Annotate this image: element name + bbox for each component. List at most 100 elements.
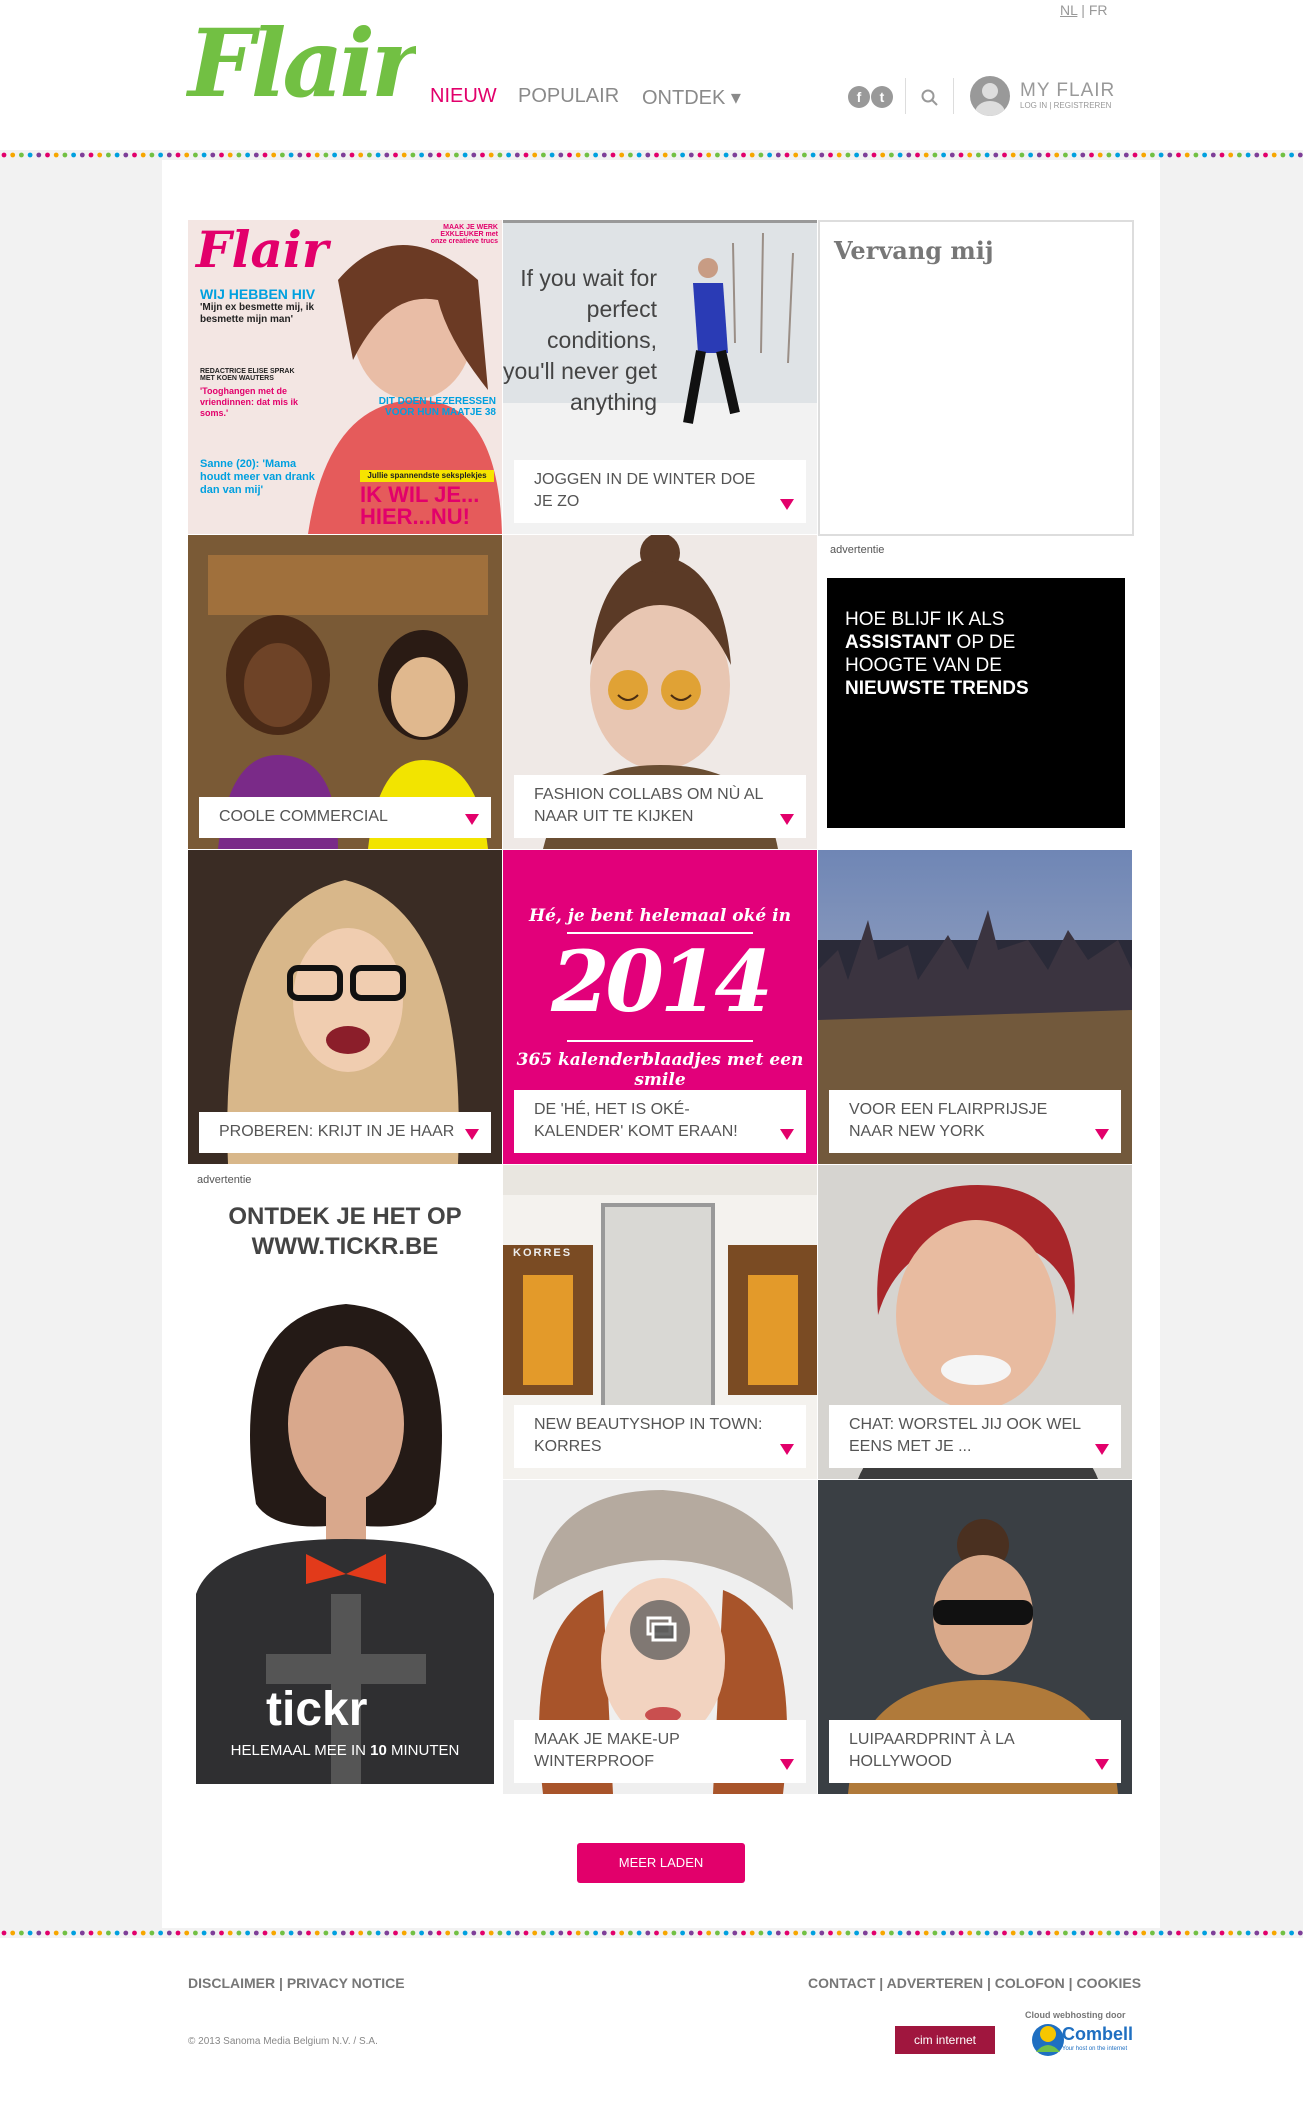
ad-assistant-banner[interactable]: HOE BLIJF IK ALS ASSISTANT OP DE HOOGTE …: [827, 578, 1125, 828]
colofon-link[interactable]: COLOFON: [995, 1975, 1065, 1991]
chevron-down-icon[interactable]: [465, 814, 479, 825]
divider-dot: [697, 152, 703, 158]
facebook-icon[interactable]: f: [848, 86, 870, 108]
divider-dot: [471, 1930, 477, 1936]
divider-dot: [97, 152, 103, 158]
divider-dot: [427, 152, 433, 158]
article-tile-fashion[interactable]: FASHION COLLABS OM NÙ AL NAAR UIT TE KIJ…: [503, 535, 817, 849]
twitter-icon[interactable]: t: [871, 86, 893, 108]
divider-dot: [445, 1930, 451, 1936]
chevron-down-icon[interactable]: [780, 1444, 794, 1455]
caption-text: DE 'HÉ, HET IS OKÉ-KALENDER' KOMT ERAAN!: [534, 1101, 738, 1140]
divider-dot: [514, 1930, 520, 1936]
divider-dot: [393, 1930, 398, 1936]
caption-joggen[interactable]: JOGGEN IN DE WINTER DOE JE ZO: [514, 460, 806, 523]
disclaimer-link[interactable]: DISCLAIMER: [188, 1975, 275, 1991]
caption-chat[interactable]: CHAT: WORSTEL JIJ OOK WEL EENS MET JE ..…: [829, 1405, 1121, 1468]
caption-commercial[interactable]: COOLE COMMERCIAL: [199, 797, 491, 838]
divider-dot: [1228, 1930, 1234, 1936]
chevron-down-icon[interactable]: [780, 499, 794, 510]
divider-dot: [1036, 152, 1042, 158]
divider-dot: [149, 152, 155, 158]
divider-dot: [1132, 152, 1138, 158]
privacy-notice-link[interactable]: PRIVACY NOTICE: [287, 1975, 405, 1991]
divider-dot: [1002, 152, 1007, 158]
divider-dot: [671, 1930, 677, 1936]
contact-link[interactable]: CONTACT: [808, 1975, 875, 1991]
load-more-button[interactable]: MEER LADEN: [577, 1843, 745, 1883]
divider-dot: [314, 1930, 320, 1936]
divider-dot: [619, 1930, 625, 1936]
divider-dot: [680, 1930, 685, 1936]
flair-logo[interactable]: Flair: [185, 9, 431, 119]
divider-dot: [567, 152, 572, 158]
divider-dot: [636, 1930, 642, 1936]
language-switch: NL | FR: [1060, 2, 1107, 18]
caption-text: FASHION COLLABS OM NÙ AL NAAR UIT TE KIJ…: [534, 786, 763, 825]
search-icon[interactable]: [918, 86, 942, 110]
divider-dot: [1167, 1930, 1173, 1936]
login-register-link[interactable]: LOG IN | REGISTREREN: [1020, 101, 1111, 110]
chevron-down-icon[interactable]: [780, 1759, 794, 1770]
kalender-year: 2014: [551, 932, 773, 1031]
caption-kalender[interactable]: DE 'HÉ, HET IS OKÉ-KALENDER' KOMT ERAAN!: [514, 1090, 806, 1153]
caption-makeup[interactable]: MAAK JE MAKE-UP WINTERPROOF: [514, 1720, 806, 1783]
divider-dot: [558, 152, 564, 158]
divider-dot: [506, 1930, 511, 1936]
divider-dot: [619, 152, 625, 158]
divider-dot: [1210, 1930, 1216, 1936]
divider-dot: [1184, 152, 1190, 158]
divider-dot: [1271, 1930, 1277, 1936]
lang-fr-link[interactable]: FR: [1089, 2, 1108, 18]
divider-dot: [462, 1930, 468, 1936]
divider-dot: [480, 1930, 485, 1936]
divider-dot: [532, 152, 538, 158]
divider-dot: [454, 152, 459, 158]
adverteren-link[interactable]: ADVERTEREN: [887, 1975, 983, 1991]
chevron-down-icon[interactable]: [1095, 1444, 1109, 1455]
article-tile-krijt[interactable]: PROBEREN: KRIJT IN JE HAAR: [188, 850, 502, 1164]
tickr-tagline: HELEMAAL MEE IN 10 MINUTEN: [196, 1742, 494, 1759]
caption-newyork[interactable]: VOOR EEN FLAIRPRIJSJE NAAR NEW YORK: [829, 1090, 1121, 1153]
article-tile-makeup[interactable]: MAAK JE MAKE-UP WINTERPROOF: [503, 1480, 817, 1794]
divider-dot: [854, 1930, 859, 1936]
chevron-down-icon[interactable]: [465, 1129, 479, 1140]
article-tile-commercial[interactable]: COOLE COMMERCIAL: [188, 535, 502, 849]
article-tile-luipaard[interactable]: LUIPAARDPRINT À LA HOLLYWOOD: [818, 1480, 1132, 1794]
divider-dot: [132, 1930, 137, 1936]
caption-krijt[interactable]: PROBEREN: KRIJT IN JE HAAR: [199, 1112, 491, 1153]
lang-nl-link[interactable]: NL: [1060, 2, 1077, 18]
nav-populair[interactable]: POPULAIR: [518, 85, 619, 108]
avatar[interactable]: [970, 76, 1010, 116]
chevron-down-icon[interactable]: [1095, 1129, 1109, 1140]
divider-dot: [662, 1930, 668, 1936]
divider-dot: [271, 1930, 277, 1936]
article-tile-korres[interactable]: KORRES NEW BEAUTYSHOP IN TOWN: KORRES: [503, 1165, 817, 1479]
chevron-down-icon[interactable]: [1095, 1759, 1109, 1770]
article-tile-kalender[interactable]: Hé, je bent helemaal oké in 2014 365 kal…: [503, 850, 817, 1164]
caption-korres[interactable]: NEW BEAUTYSHOP IN TOWN: KORRES: [514, 1405, 806, 1468]
article-tile-newyork[interactable]: VOOR EEN FLAIRPRIJSJE NAAR NEW YORK: [818, 850, 1132, 1164]
my-flair-link[interactable]: MY FLAIR: [1020, 80, 1115, 102]
divider-dot: [306, 152, 311, 158]
gallery-icon[interactable]: [630, 1600, 690, 1660]
nav-ontdek[interactable]: ONTDEK ▾: [642, 85, 741, 110]
article-tile-joggen[interactable]: If you wait for perfect conditions, you'…: [503, 220, 817, 534]
divider-dot: [862, 1930, 868, 1936]
divider-dot: [358, 152, 364, 158]
cim-internet-logo[interactable]: cim internet: [895, 2026, 995, 2054]
chevron-down-icon[interactable]: [780, 1129, 794, 1140]
divider-dot: [601, 1930, 607, 1936]
cookies-link[interactable]: COOKIES: [1076, 1975, 1141, 1991]
chevron-down-icon[interactable]: [780, 814, 794, 825]
combell-logo[interactable]: Combell: [1062, 2024, 1133, 2045]
nav-nieuw[interactable]: NIEUW: [430, 85, 497, 108]
ad-tickr-banner[interactable]: ONTDEK JE HET OP WWW.TICKR.BE tickr HELE…: [196, 1190, 494, 1784]
caption-fashion[interactable]: FASHION COLLABS OM NÙ AL NAAR UIT TE KIJ…: [514, 775, 806, 838]
divider-dot: [236, 152, 242, 158]
article-tile-chat[interactable]: CHAT: WORSTEL JIJ OOK WEL EENS MET JE ..…: [818, 1165, 1132, 1479]
tickr-headline1: ONTDEK JE HET OP: [228, 1203, 462, 1230]
divider-dot: [27, 1930, 33, 1936]
caption-luipaard[interactable]: LUIPAARDPRINT À LA HOLLYWOOD: [829, 1720, 1121, 1783]
magazine-cover-tile[interactable]: Flair WIJ HEBBEN HIV 'Mijn ex besmette m…: [188, 220, 502, 534]
